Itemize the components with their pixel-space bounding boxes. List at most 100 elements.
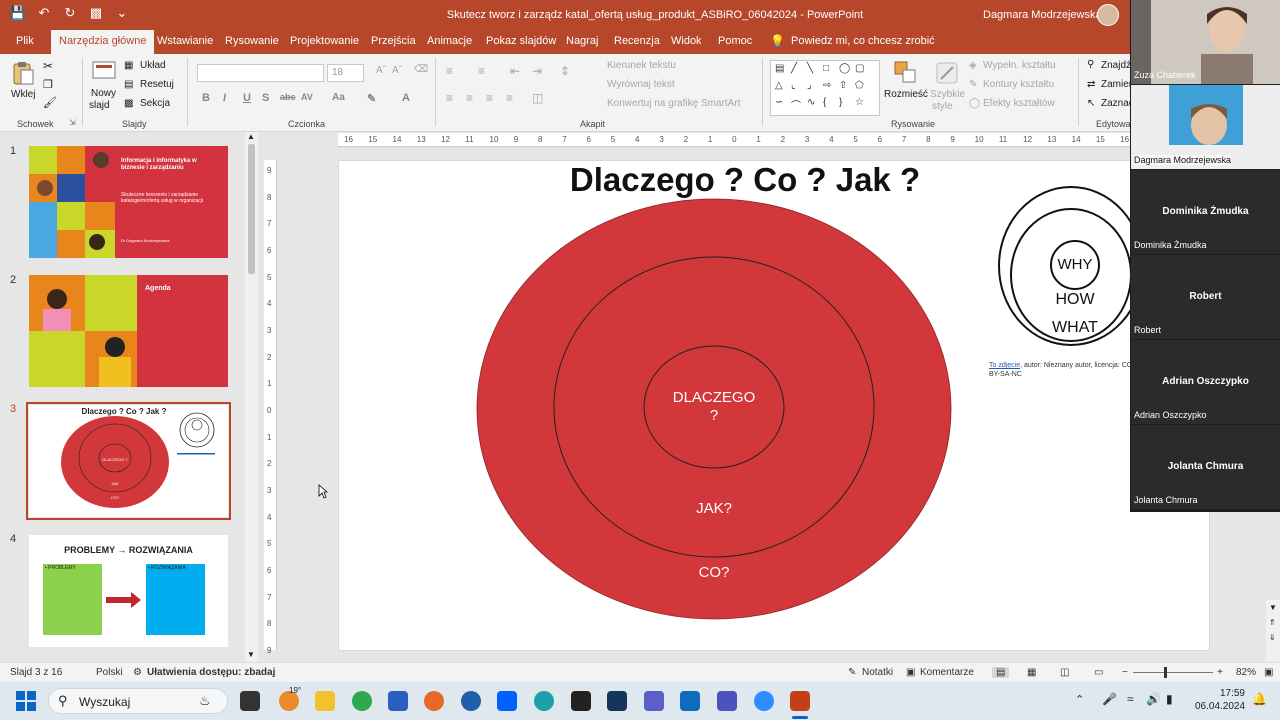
tray-chevron-icon[interactable]: ⌃ <box>1075 693 1084 706</box>
decrease-indent-icon[interactable]: ⇤ <box>510 64 520 78</box>
find-button[interactable]: Znajdź <box>1101 60 1131 71</box>
scroll-down-icon[interactable]: ▼ <box>247 650 255 659</box>
align-center-icon[interactable]: ≡ <box>466 91 473 105</box>
font-size-combobox[interactable]: 18 <box>327 64 364 82</box>
app-dark-icon[interactable] <box>607 691 627 711</box>
underline-icon[interactable]: U <box>243 92 251 104</box>
shape-outline-button[interactable]: Kontury kształtu <box>983 79 1054 90</box>
change-case-icon[interactable]: Aa <box>332 92 345 103</box>
teams-2-icon[interactable] <box>717 691 737 711</box>
thumbnail-scrollbar[interactable]: ▲ ▼ <box>245 132 258 662</box>
file-explorer-icon[interactable] <box>315 691 335 711</box>
tell-me-search[interactable]: Powiedz mi, co chcesz zrobić <box>791 35 935 47</box>
tab-transitions[interactable]: Przejścia <box>371 35 416 47</box>
tab-draw[interactable]: Rysowanie <box>225 35 279 47</box>
align-right-icon[interactable]: ≡ <box>486 91 493 105</box>
notes-button[interactable]: Notatki <box>862 667 893 678</box>
slide-thumbnail-1[interactable]: Informacja i informatyka w biznesie i za… <box>29 146 228 258</box>
new-slide-icon[interactable] <box>91 59 117 85</box>
tab-view[interactable]: Widok <box>671 35 702 47</box>
quick-styles-icon[interactable] <box>934 60 960 86</box>
middle-label[interactable]: JAK? <box>654 500 774 517</box>
notes-app-icon[interactable] <box>571 691 591 711</box>
align-left-icon[interactable]: ≡ <box>446 91 453 105</box>
shape-oval-icon[interactable]: ◯ <box>839 63 850 74</box>
shape-curve-icon[interactable]: ⌒ <box>791 97 801 112</box>
zoom-slider-thumb[interactable] <box>1164 667 1167 678</box>
shape-triangle-icon[interactable]: △ <box>775 80 783 91</box>
app-circle-icon[interactable] <box>461 691 481 711</box>
slide-thumbnail-4[interactable]: PROBLEMY → ROZWIĄZANIA • PROBLEMY • ROZW… <box>29 535 228 647</box>
tab-record[interactable]: Nagraj <box>566 35 598 47</box>
italic-icon[interactable]: I <box>223 92 226 104</box>
thumbnail-scroll-thumb[interactable] <box>248 144 255 274</box>
tab-insert[interactable]: Wstawianie <box>157 35 213 47</box>
shape-line-icon[interactable]: ╱ <box>791 63 797 74</box>
scroll-up-icon[interactable]: ▲ <box>247 132 255 141</box>
copy-icon[interactable]: ❐ <box>43 78 53 91</box>
shape-textbox-icon[interactable]: ▤ <box>775 63 784 74</box>
language-indicator[interactable]: Polski <box>96 667 123 678</box>
cut-icon[interactable]: ✂ <box>43 59 53 73</box>
tab-slideshow[interactable]: Pokaz slajdów <box>486 35 556 47</box>
editor-scrollbar[interactable]: ▼ ⇑ ⇓ <box>1266 600 1280 662</box>
strikethrough-icon[interactable]: abc <box>280 92 296 102</box>
outlook-icon[interactable] <box>680 691 700 711</box>
tab-design[interactable]: Projektowanie <box>290 35 359 47</box>
taskbar-search[interactable]: ⚲ Wyszukaj ♨ <box>48 688 228 714</box>
edge-icon[interactable] <box>534 691 554 711</box>
shadow-icon[interactable]: S <box>262 92 269 104</box>
smartart-button[interactable]: Konwertuj na grafikę SmartArt <box>607 98 740 109</box>
text-direction-button[interactable]: Kierunek tekstu <box>607 60 676 71</box>
paste-button[interactable]: Wklej <box>11 89 35 100</box>
outer-label[interactable]: CO? <box>654 564 774 581</box>
slide-thumbnail-2[interactable]: Agenda <box>29 275 228 387</box>
tab-file[interactable]: Plik <box>16 35 34 47</box>
shape-arrow-icon[interactable]: ⇨ <box>823 80 831 91</box>
wifi-icon[interactable]: ≈ <box>1127 692 1134 706</box>
next-slide-icon[interactable]: ⇓ <box>1269 633 1276 642</box>
shape-effects-button[interactable]: Efekty kształtów <box>983 98 1055 109</box>
shape-connector-icon[interactable]: ⌞ <box>791 80 796 91</box>
participant-tile-4[interactable]: Robert Robert <box>1131 255 1280 339</box>
shape-line2-icon[interactable]: ╲ <box>807 63 813 74</box>
shape-star-icon[interactable]: ☆ <box>855 97 864 108</box>
comments-button[interactable]: Komentarze <box>920 667 974 678</box>
numbering-icon[interactable]: ≡ <box>478 64 485 78</box>
clipboard-launcher-icon[interactable]: ⇲ <box>69 118 76 127</box>
line-spacing-icon[interactable]: ⇕ <box>560 64 570 78</box>
shape-scribble-icon[interactable]: ∿ <box>807 97 815 108</box>
section-button[interactable]: Sekcja <box>140 98 170 109</box>
quick-styles-label-1[interactable]: Szybkie <box>930 89 965 100</box>
shape-roundrect-icon[interactable]: ▢ <box>855 63 864 74</box>
quick-styles-label-2[interactable]: style <box>932 101 953 112</box>
font-color-icon[interactable]: A <box>402 92 410 104</box>
spacing-icon[interactable]: AV <box>301 92 313 102</box>
credit-link[interactable]: To zdjęcie <box>989 362 1020 369</box>
normal-view-icon[interactable]: ▤ <box>992 667 1010 678</box>
participant-tile-3[interactable]: Dominika Żmudka Dominika Żmudka <box>1131 170 1280 254</box>
inner-label-line2[interactable]: ? <box>654 407 774 424</box>
columns-icon[interactable]: ◫ <box>532 91 543 105</box>
layout-button[interactable]: Układ <box>140 60 166 71</box>
windows-start-icon[interactable] <box>16 691 36 711</box>
shape-rect-icon[interactable]: □ <box>823 63 829 74</box>
justify-icon[interactable]: ≡ <box>506 91 513 105</box>
tab-home[interactable]: Narzędzia główne <box>51 30 155 54</box>
participant-tile-1[interactable]: Zuza Chaberek <box>1131 0 1280 84</box>
align-text-button[interactable]: Wyrównaj tekst <box>607 79 675 90</box>
clear-format-icon[interactable]: ⌫ <box>414 64 428 75</box>
zoom-slider[interactable] <box>1133 672 1213 673</box>
shape-elbow-icon[interactable]: ⌟ <box>807 80 812 91</box>
why-how-what-picture[interactable]: WHY HOW WHAT <box>997 185 1144 347</box>
taskbar-clock[interactable]: 17:59 06.04.2024 <box>1195 687 1245 713</box>
arrange-icon[interactable] <box>893 60 919 86</box>
tab-animations[interactable]: Animacje <box>427 35 472 47</box>
shape-pentagon-icon[interactable]: ⬠ <box>855 80 864 91</box>
slide-thumbnail-3[interactable]: Dlaczego ? Co ? Jak ? DLACZEGO ? JAK CO? <box>26 402 231 520</box>
tab-help[interactable]: Pomoc <box>718 35 752 47</box>
slide-sorter-icon[interactable]: ▦ <box>1027 667 1036 678</box>
participant-tile-5[interactable]: Adrian Oszczypko Adrian Oszczypko <box>1131 340 1280 424</box>
format-painter-icon[interactable]: 🖌 <box>43 96 57 109</box>
shape-uparrow-icon[interactable]: ⇧ <box>839 80 847 91</box>
